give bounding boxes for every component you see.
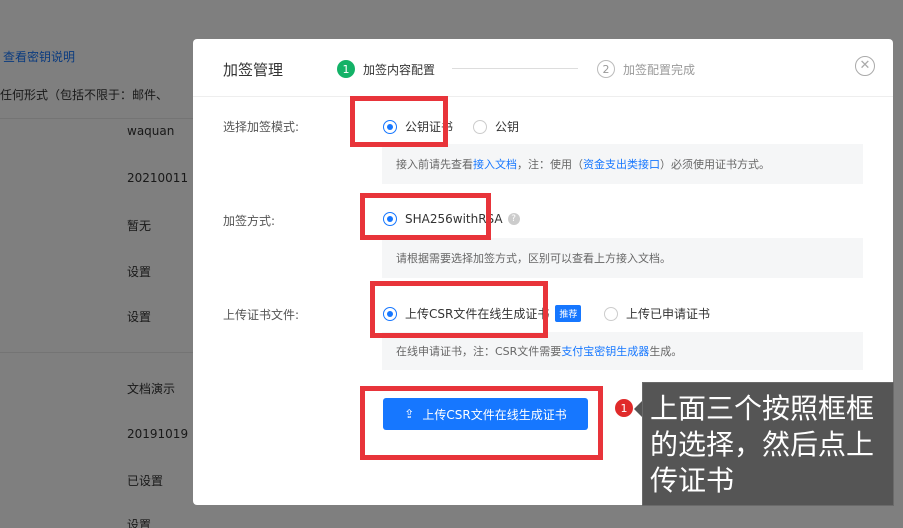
signing-mode-note: 接入前请先查看 接入文档 ，注：使用（ 资金支出类接口 ）必须使用证书方式。 <box>382 144 863 184</box>
note-text: 接入前请先查看 <box>396 158 473 171</box>
highlight-box-mode <box>350 96 448 147</box>
radio-unchecked-icon <box>473 119 487 134</box>
fund-payout-api-link[interactable]: 资金支出类接口 <box>583 156 660 172</box>
step-1: 1 加签内容配置 <box>337 60 435 78</box>
radio-upload-existing-cert[interactable]: 上传已申请证书 <box>604 305 710 322</box>
step-2-number: 2 <box>597 60 615 78</box>
signing-mode-label: 选择加签模式: <box>223 120 300 134</box>
step-1-number: 1 <box>337 60 355 78</box>
highlight-box-button <box>360 386 603 460</box>
modal-title: 加签管理 <box>223 61 284 79</box>
question-circle-icon[interactable]: ? <box>507 213 520 225</box>
radio-public-key[interactable]: 公钥 <box>473 118 519 135</box>
header-divider <box>193 96 893 97</box>
highlight-box-upload <box>370 281 548 338</box>
note-text: 在线申请证书，注：CSR文件需要 <box>396 345 562 358</box>
radio-label: 上传已申请证书 <box>626 307 711 321</box>
step-connector <box>452 68 578 69</box>
upload-cert-label: 上传证书文件: <box>223 308 300 322</box>
annotation-arrow <box>634 401 642 417</box>
annotation-callout: 上面三个按照框框的选择，然后点上传证书 <box>642 382 894 506</box>
step-2-label: 加签配置完成 <box>623 62 696 77</box>
step-1-label: 加签内容配置 <box>363 62 436 77</box>
signing-method-label: 加签方式: <box>223 214 276 228</box>
close-icon[interactable]: ✕ <box>855 56 875 76</box>
signing-method-note: 请根据需要选择加签方式，区别可以查看上方接入文档。 <box>382 238 863 278</box>
note-text: 生成。 <box>649 345 683 358</box>
recommended-badge: 推荐 <box>555 305 582 322</box>
annotation-step-badge: 1 <box>614 398 634 418</box>
note-text: ，注：使用（ <box>517 158 583 171</box>
radio-unchecked-icon <box>604 306 618 321</box>
note-text: ）必须使用证书方式。 <box>660 158 770 171</box>
step-2: 2 加签配置完成 <box>597 60 695 78</box>
integration-docs-link[interactable]: 接入文档 <box>473 156 517 172</box>
radio-label: 公钥 <box>495 120 520 134</box>
key-generator-link[interactable]: 支付宝密钥生成器 <box>561 343 649 359</box>
highlight-box-method <box>360 193 491 240</box>
